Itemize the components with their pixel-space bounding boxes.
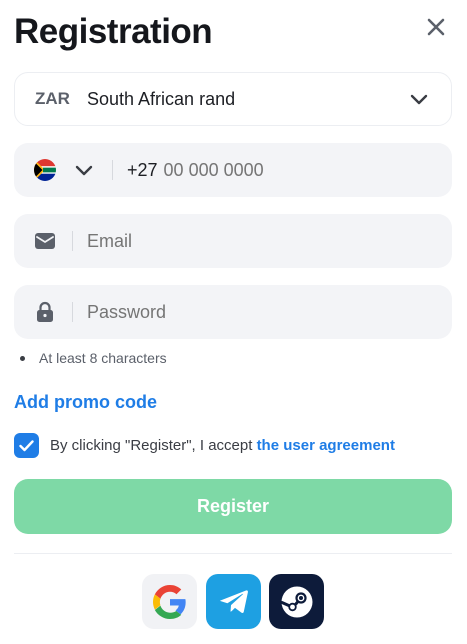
page-title: Registration (14, 12, 213, 51)
divider (14, 553, 452, 554)
currency-select[interactable]: ZAR South African rand (14, 72, 452, 126)
email-input[interactable] (87, 230, 387, 252)
telegram-icon (219, 589, 248, 613)
currency-name: South African rand (87, 88, 236, 109)
steam-icon (280, 586, 312, 617)
south-africa-flag-icon[interactable] (34, 159, 56, 181)
password-hint-text: At least 8 characters (39, 350, 167, 366)
steam-login-button[interactable] (269, 574, 324, 629)
field-divider (72, 231, 73, 251)
user-agreement-link[interactable]: the user agreement (257, 437, 395, 454)
lock-icon (34, 301, 56, 323)
phone-input[interactable] (163, 159, 344, 181)
agreement-checkbox[interactable] (14, 433, 39, 458)
chevron-down-icon (410, 94, 428, 105)
google-icon (152, 584, 186, 619)
field-divider (112, 160, 113, 180)
envelope-icon (34, 230, 56, 252)
agreement-label: By clicking "Register", I accept (50, 437, 257, 454)
password-hint: At least 8 characters (20, 350, 167, 366)
chevron-down-icon[interactable] (74, 160, 94, 180)
country-code: +27 (127, 159, 158, 180)
password-field (14, 285, 452, 339)
bullet-icon (20, 355, 25, 361)
checkmark-icon (19, 439, 34, 451)
agreement-row: By clicking "Register", I accept the use… (14, 433, 395, 458)
phone-field: +27 (14, 143, 452, 197)
telegram-login-button[interactable] (206, 574, 261, 629)
email-field (14, 214, 452, 268)
google-login-button[interactable] (142, 574, 197, 629)
close-icon[interactable] (423, 14, 449, 40)
register-button[interactable]: Register (14, 479, 452, 534)
password-input[interactable] (87, 301, 387, 323)
currency-code: ZAR (35, 89, 70, 108)
add-promo-code-link[interactable]: Add promo code (14, 392, 157, 413)
field-divider (72, 302, 73, 322)
agreement-text: By clicking "Register", I accept the use… (50, 437, 395, 454)
